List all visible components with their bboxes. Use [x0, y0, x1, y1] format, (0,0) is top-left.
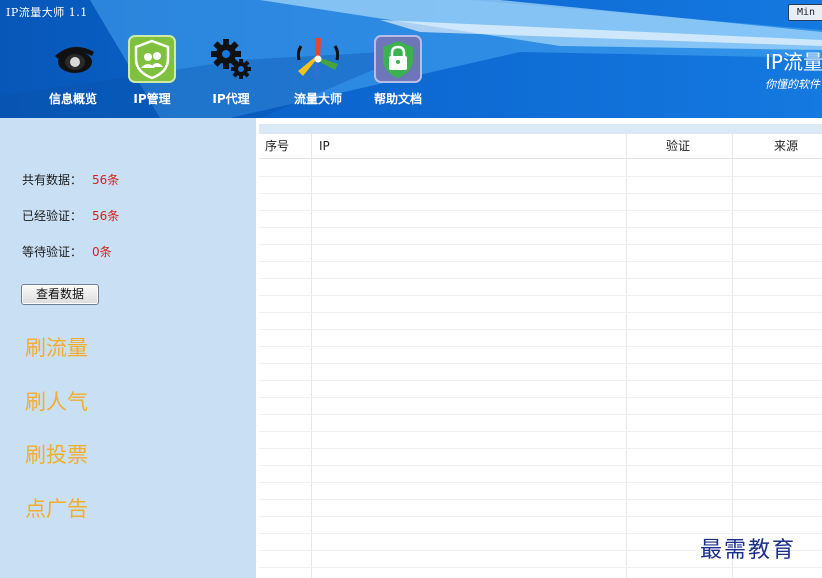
action-brush-popularity[interactable]: 刷人气 [25, 386, 88, 416]
nav-label: IP代理 [212, 92, 250, 106]
stat-value: 56条 [92, 209, 120, 223]
table-row-line [259, 448, 822, 449]
table-row-line [259, 261, 822, 262]
column-header-verify[interactable]: 验证 [666, 134, 690, 159]
pinwheel-icon [296, 38, 340, 79]
nav-help-docs[interactable]: 帮助文档 [363, 34, 433, 114]
nav-label: IP管理 [133, 92, 171, 106]
stat-total: 共有数据： 56条 [22, 171, 119, 188]
table-row-line [259, 278, 822, 279]
table-row-line [259, 244, 822, 245]
window-title: IP流量大师 1.1 [6, 6, 88, 19]
column-header-source[interactable]: 来源 [774, 134, 798, 159]
stat-label: 共有数据： [22, 173, 83, 187]
view-data-button[interactable]: 查看数据 [21, 284, 99, 305]
eye-icon [55, 46, 94, 73]
column-header-index[interactable]: 序号 [265, 134, 289, 159]
column-divider [626, 134, 627, 578]
nav-label: 流量大师 [293, 92, 342, 106]
table-row-line [259, 465, 822, 466]
table-top-strip [259, 124, 822, 134]
lock-shield-icon [374, 35, 422, 83]
table-row-line [259, 210, 822, 211]
watermark: 最需教育 [700, 538, 797, 563]
header-banner: IP流量大师 1.1 Min 信息概览 IP管理 IP代理 流量大师 帮助文档 … [0, 0, 822, 118]
nav-traffic-master[interactable]: 流量大师 [283, 34, 353, 114]
table-row-line [259, 312, 822, 313]
table-row-line [259, 567, 822, 568]
nav-label: 信息概览 [48, 92, 97, 106]
table-row-line [259, 176, 822, 177]
brand-slogan: 你懂的软件 [765, 78, 820, 91]
users-icon [128, 35, 176, 83]
column-divider [732, 134, 733, 578]
stat-value: 0条 [92, 245, 112, 259]
nav-label: 帮助文档 [373, 92, 422, 106]
nav-ip-proxy[interactable]: IP代理 [196, 34, 266, 114]
table-row-line [259, 482, 822, 483]
table-row-line [259, 380, 822, 381]
table-row-line [259, 295, 822, 296]
table-row-line [259, 516, 822, 517]
stat-verified: 已经验证： 56条 [22, 207, 119, 224]
nav-info-overview[interactable]: 信息概览 [38, 34, 108, 114]
action-brush-traffic[interactable]: 刷流量 [25, 332, 88, 362]
gears-icon [211, 39, 251, 79]
nav-ip-management[interactable]: IP管理 [117, 34, 187, 114]
stat-value: 56条 [92, 173, 120, 187]
action-brush-votes[interactable]: 刷投票 [25, 439, 88, 469]
table-row-line [259, 431, 822, 432]
table-row-line [259, 499, 822, 500]
column-divider [311, 134, 312, 578]
table-row-line [259, 363, 822, 364]
stat-label: 等待验证： [22, 245, 83, 259]
table-row-line [259, 414, 822, 415]
table-row-line [259, 329, 822, 330]
table-header: 序号 IP 验证 来源 [259, 134, 822, 159]
table-row-line [259, 346, 822, 347]
table-row-line [259, 193, 822, 194]
ip-table: 序号 IP 验证 来源 [256, 118, 822, 578]
action-click-ads[interactable]: 点广告 [25, 493, 88, 523]
stat-pending: 等待验证： 0条 [22, 243, 112, 260]
sidebar-panel: 共有数据： 56条 已经验证： 56条 等待验证： 0条 查看数据 刷流量 刷人气 刷… [0, 118, 256, 578]
stat-label: 已经验证： [22, 209, 83, 223]
column-header-ip[interactable]: IP [319, 134, 330, 159]
minimize-button[interactable]: Min [788, 4, 822, 21]
brand-title: IP流量 [765, 50, 822, 74]
table-row-line [259, 397, 822, 398]
table-row-line [259, 227, 822, 228]
